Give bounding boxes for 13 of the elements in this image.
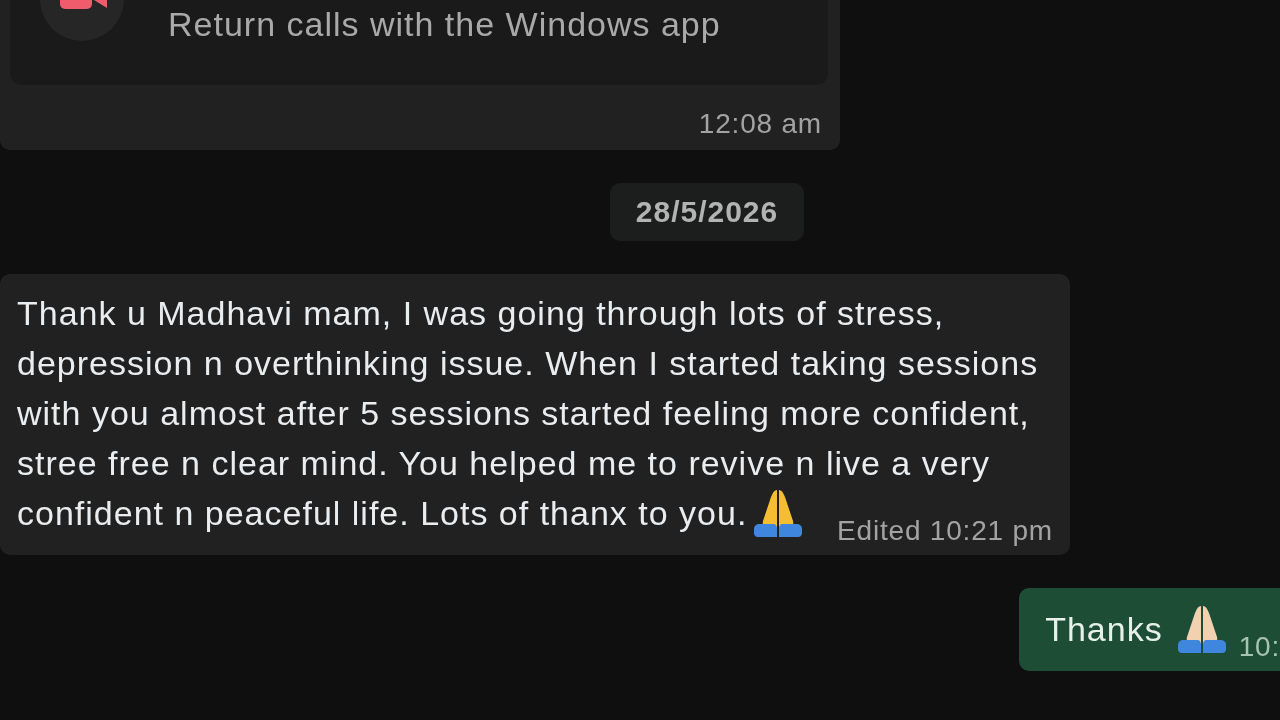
message-time: 10: [1238,632,1280,662]
message-text: depression n overthinking issue. When I started taking sessions [17,343,1039,384]
call-notice-text: Return calls with the Windows app [168,7,721,41]
message-text: Thank u Madhavi mam, I was going through lots of stress, [17,293,945,334]
message-time: 12:08 am [698,109,822,139]
folded-hands-icon [753,488,804,538]
message-text: Thanks [1045,609,1163,650]
message-text: stree free n clear mind. You helped me to revive n live a very [17,443,990,484]
folded-hands-icon [1176,604,1227,654]
message-text: with you almost after 5 sessions started feeling more confident, [17,393,1030,434]
message-text: confident n peaceful life. Lots of thanx to you. [17,493,748,534]
message-time: Edited 10:21 pm [837,516,1053,546]
date-label: 28/5/2026 [609,183,805,241]
